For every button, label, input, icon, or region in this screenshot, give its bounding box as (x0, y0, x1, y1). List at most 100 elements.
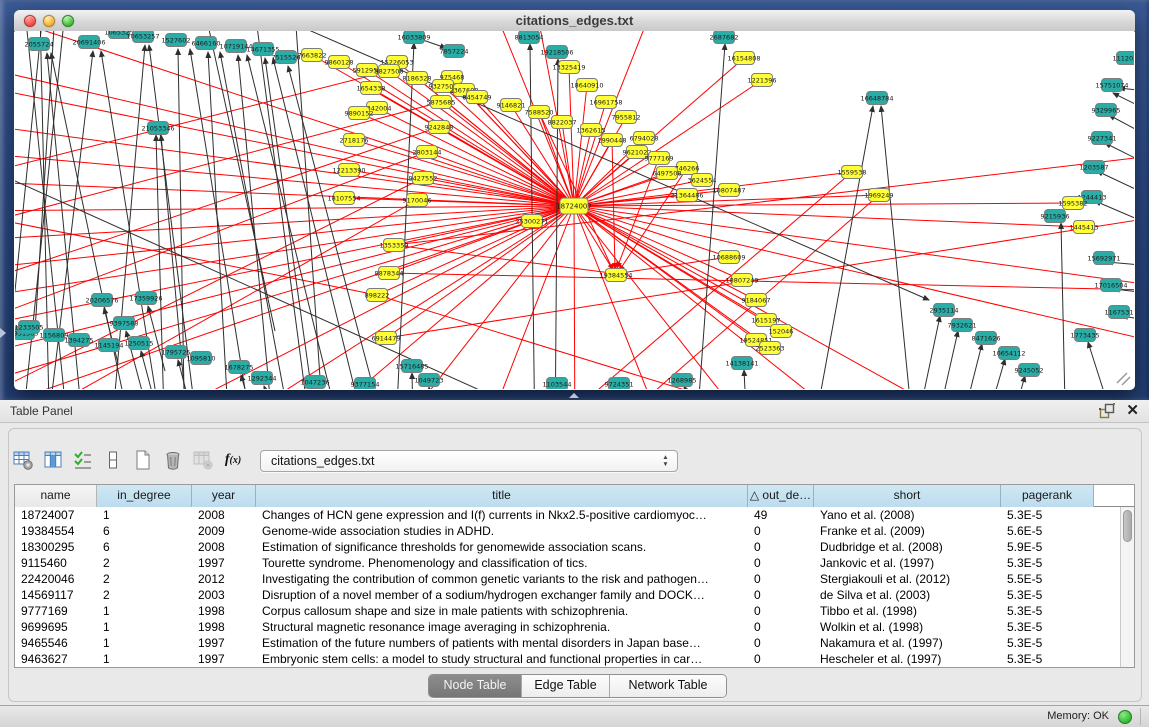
table-cell-title[interactable]: Corpus callosum shape and size in male p… (256, 603, 748, 619)
citation-edge-black[interactable] (1061, 223, 1066, 389)
citation-edge-black[interactable] (190, 49, 255, 389)
table-cell-in_degree[interactable]: 6 (97, 539, 192, 555)
citation-edge-red[interactable] (15, 206, 574, 271)
table-cell-name[interactable]: 22420046 (15, 571, 97, 587)
table-cell-short[interactable]: Tibbo et al. (1998) (814, 603, 1001, 619)
table-cell-year[interactable]: 2008 (192, 507, 256, 523)
table-cell-short[interactable]: Dudbridge et al. (2008) (814, 539, 1001, 555)
network-window[interactable]: citations_edges.txt 20557242069140610653… (14, 10, 1135, 390)
table-cell-short[interactable]: Franke et al. (2009) (814, 523, 1001, 539)
table-cell-title[interactable]: Changes of HCN gene expression and I(f) … (256, 507, 748, 523)
table-cell-short[interactable]: Yano et al. (2008) (814, 507, 1001, 523)
table-cell-name[interactable]: 9699695 (15, 619, 97, 635)
tab-node-table[interactable]: Node Table (429, 675, 521, 697)
table-cell-title[interactable]: Estimation of the future numbers of pati… (256, 635, 748, 651)
show-columns-button[interactable] (38, 446, 68, 474)
table-cell-name[interactable]: 18724007 (15, 507, 97, 523)
table-cell-year[interactable]: 2008 (192, 539, 256, 555)
table-cell-in_degree[interactable]: 2 (97, 587, 192, 603)
table-cell-year[interactable]: 1998 (192, 619, 256, 635)
table-scrollbar-thumb[interactable] (1123, 510, 1132, 542)
table-cell-in_degree[interactable]: 1 (97, 507, 192, 523)
table-cell-out_de[interactable]: 0 (748, 571, 814, 587)
citation-edge-black[interactable] (965, 344, 982, 389)
citation-edge-red[interactable] (574, 206, 575, 389)
table-cell-in_degree[interactable]: 2 (97, 571, 192, 587)
table-cell-pagerank[interactable]: 5.3E-5 (1001, 603, 1094, 619)
table-cell-year[interactable]: 2009 (192, 523, 256, 539)
table-cell-out_de[interactable]: 0 (748, 635, 814, 651)
column-header-short[interactable]: short (814, 485, 1001, 507)
citation-edge-red[interactable] (574, 206, 1015, 389)
citation-edge-black[interactable] (1105, 143, 1134, 173)
table-select-dropdown[interactable]: citations_edges.txt ▲▼ (260, 450, 678, 472)
table-cell-out_de[interactable]: 0 (748, 619, 814, 635)
citation-edge-red[interactable] (574, 130, 591, 206)
citation-edge-black[interactable] (15, 181, 615, 389)
table-cell-title[interactable]: Disruption of a novel member of a sodium… (256, 587, 748, 603)
table-cell-pagerank[interactable]: 5.3E-5 (1001, 635, 1094, 651)
table-row[interactable]: 1830029562008Estimation of significance … (15, 539, 1134, 555)
table-cell-short[interactable]: Jankovic et al. (1997) (814, 555, 1001, 571)
citation-edge-red[interactable] (574, 206, 781, 331)
table-cell-pagerank[interactable]: 5.3E-5 (1001, 587, 1094, 603)
table-cell-in_degree[interactable]: 1 (97, 651, 192, 667)
table-cell-pagerank[interactable]: 5.3E-5 (1001, 619, 1094, 635)
table-cell-name[interactable]: 9115460 (15, 555, 97, 571)
create-column-button[interactable] (128, 446, 158, 474)
table-cell-in_degree[interactable]: 1 (97, 635, 192, 651)
table-cell-year[interactable]: 1997 (192, 635, 256, 651)
table-cell-title[interactable]: Tourette syndrome. Phenomenology and cla… (256, 555, 748, 571)
table-row[interactable]: 2242004622012Investigating the contribut… (15, 571, 1134, 587)
citation-edge-black[interactable] (881, 106, 915, 389)
column-header-title[interactable]: title (256, 485, 748, 507)
left-panel-grip-icon[interactable] (0, 328, 6, 338)
citation-edge-red[interactable] (439, 127, 574, 206)
table-cell-pagerank[interactable]: 5.3E-5 (1001, 507, 1094, 523)
table-cell-in_degree[interactable]: 1 (97, 603, 192, 619)
column-header-name[interactable]: name (15, 485, 97, 507)
citation-edge-black[interactable] (695, 44, 725, 389)
table-cell-short[interactable]: Wolkin et al. (1998) (814, 619, 1001, 635)
table-cell-title[interactable]: Estimation of significance thresholds fo… (256, 539, 748, 555)
table-cell-in_degree[interactable]: 2 (97, 555, 192, 571)
citation-edge-black[interactable] (15, 31, 43, 291)
table-cell-short[interactable]: de Silva et al. (2003) (814, 587, 1001, 603)
citation-edge-red[interactable] (377, 295, 915, 389)
table-cell-pagerank[interactable]: 5.5E-5 (1001, 571, 1094, 587)
table-row[interactable]: 946554611997Estimation of the future num… (15, 635, 1134, 651)
table-cell-pagerank[interactable]: 5.3E-5 (1001, 555, 1094, 571)
table-cell-out_de[interactable]: 0 (748, 523, 814, 539)
table-cell-in_degree[interactable]: 6 (97, 523, 192, 539)
table-row[interactable]: 1938455462009Genome-wide association stu… (15, 523, 1134, 539)
citation-edge-black[interactable] (1015, 376, 1025, 389)
citation-edge-red[interactable] (389, 273, 1134, 291)
network-canvas[interactable]: 2055724206914061065325106532571527602646… (15, 31, 1134, 389)
table-cell-pagerank[interactable]: 5.6E-5 (1001, 523, 1094, 539)
memory-ok-indicator[interactable] (1118, 710, 1132, 724)
function-builder-button[interactable]: f(x) (218, 446, 248, 474)
table-cell-name[interactable]: 9777169 (15, 603, 97, 619)
citation-edge-black[interactable] (208, 52, 230, 389)
table-scrollbar[interactable] (1120, 507, 1134, 667)
delete-table-button[interactable] (188, 446, 218, 474)
table-cell-out_de[interactable]: 0 (748, 603, 814, 619)
network-window-titlebar[interactable]: citations_edges.txt (14, 10, 1135, 32)
table-cell-year[interactable]: 1998 (192, 603, 256, 619)
column-header-pagerank[interactable]: pagerank (1001, 485, 1094, 507)
table-cell-name[interactable]: 19384554 (15, 523, 97, 539)
table-cell-name[interactable]: 18300295 (15, 539, 97, 555)
citation-edge-black[interactable] (990, 359, 1005, 389)
table-cell-year[interactable]: 1997 (192, 555, 256, 571)
table-cell-title[interactable]: Investigating the contribution of common… (256, 571, 748, 587)
table-cell-short[interactable]: Nakamura et al. (1997) (814, 635, 1001, 651)
table-cell-title[interactable]: Genome-wide association studies in ADHD. (256, 523, 748, 539)
citation-edge-red[interactable] (15, 206, 574, 301)
citation-edge-black[interactable] (744, 370, 746, 389)
table-cell-in_degree[interactable]: 1 (97, 619, 192, 635)
float-window-icon[interactable] (1098, 402, 1116, 420)
table-cell-year[interactable]: 2003 (192, 587, 256, 603)
close-icon[interactable]: ✕ (1126, 402, 1139, 420)
table-cell-out_de[interactable]: 0 (748, 555, 814, 571)
citation-edge-red[interactable] (619, 168, 687, 271)
